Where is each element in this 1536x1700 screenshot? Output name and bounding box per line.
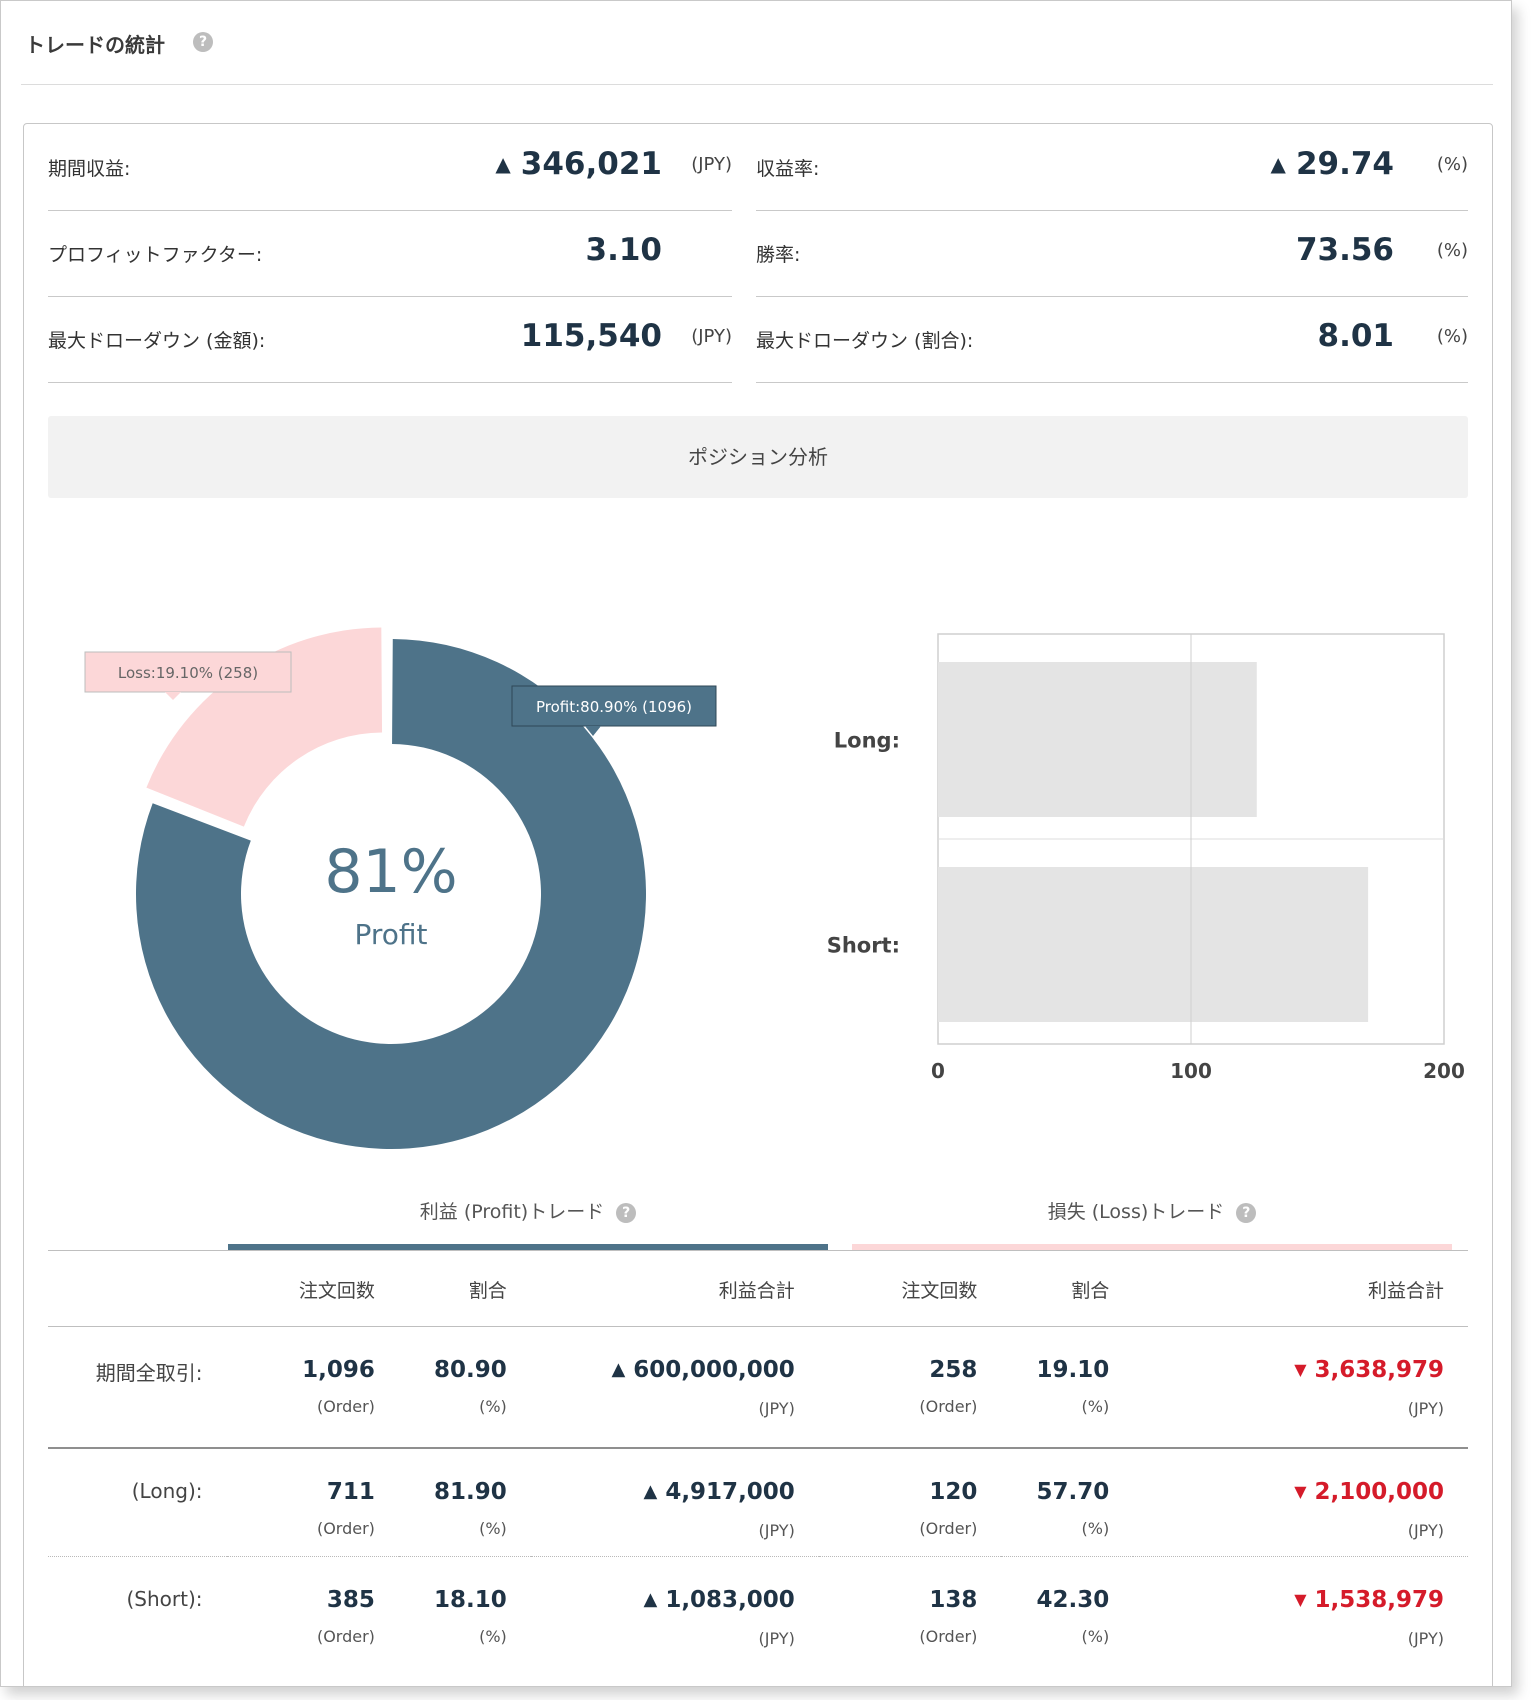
profit-loss-donut-chart: 81% Profit Loss:19.10% (258) Profit:80.90% … — [84, 627, 717, 1149]
stat-max-dd-ratio: 最大ドローダウン (割合): 8.01 (%) — [756, 296, 1468, 383]
help-icon[interactable]: ? — [193, 32, 213, 52]
up-triangle-icon: ▲ — [643, 1589, 658, 1610]
trade-tabs: 利益 (Profit)トレード? 損失 (Loss)トレード? — [48, 1182, 1468, 1258]
profit-orders-cell: 711 (Order) — [226, 1448, 399, 1557]
profit-orders-cell: 385 (Order) — [316, 1587, 375, 1646]
stat-label: 収益率: — [756, 158, 820, 180]
bar-category-label: Short: — [827, 934, 900, 958]
profit-total-cell: ▲ 1,083,000 (JPY) — [643, 1587, 795, 1648]
stat-unit: (%) — [1436, 240, 1468, 261]
profit-orders-cell: 1,096 (Order) — [226, 1326, 399, 1449]
stat-unit: (%) — [1436, 154, 1468, 175]
profit-ratio-cell: 18.10 (%) — [434, 1587, 507, 1646]
stat-return-rate: 収益率: ▲ 29.74 (%) — [756, 124, 1468, 211]
profit-ratio-cell: 80.90 (%) — [398, 1326, 531, 1449]
stat-period-profit: 期間収益: ▲ 346,021 (JPY) — [48, 124, 732, 211]
position-analysis-header: ポジション分析 — [48, 416, 1468, 498]
bar-category-label: Long: — [834, 729, 900, 753]
tabs-divider — [48, 1250, 1468, 1251]
loss-total-cell: ▼ 2,100,000 (JPY) — [1133, 1448, 1468, 1557]
down-triangle-icon: ▼ — [1294, 1590, 1307, 1609]
stat-value: 115,540 — [520, 318, 662, 354]
title-divider — [21, 84, 1493, 85]
row-label: (Long): — [48, 1448, 227, 1557]
x-tick-label: 200 — [1423, 1059, 1465, 1083]
table-header-row: 注文回数 割合 利益合計 注文回数 割合 利益合計 — [48, 1252, 1468, 1327]
trade-summary-table: 注文回数 割合 利益合計 注文回数 割合 利益合計 期間全取引: 1,096 (O… — [48, 1252, 1468, 1664]
stat-unit: (JPY) — [691, 154, 732, 175]
donut-center-label: Profit — [354, 918, 427, 951]
loss-total-cell: ▼ 3,638,979 (JPY) — [1133, 1326, 1468, 1449]
bar-1[interactable] — [938, 867, 1369, 1022]
trade-statistics-window: トレードの統計 ? 期間収益: ▲ 346,021 (JPY) プロフィットファク… — [0, 0, 1512, 1687]
stat-win-rate: 勝率: 73.56 (%) — [756, 210, 1468, 297]
header-profit-ratio: 割合 — [398, 1252, 531, 1327]
up-triangle-icon: ▲ — [495, 152, 511, 176]
stat-unit: (JPY) — [691, 326, 732, 347]
table-row: (Short): 385 (Order) 18.10 (%) ▲ 1,083,000(… — [48, 1557, 1468, 1665]
profit-total-cell: ▲ 4,917,000 (JPY) — [530, 1448, 819, 1557]
help-icon[interactable]: ? — [616, 1202, 637, 1223]
header-profit-orders: 注文回数 — [226, 1252, 399, 1327]
stat-unit: (%) — [1436, 326, 1468, 347]
header-loss-ratio: 割合 — [1001, 1252, 1134, 1327]
header-loss-orders: 注文回数 — [818, 1252, 1002, 1327]
profit-ratio-cell: 81.90 (%) — [398, 1448, 531, 1557]
header-empty — [48, 1252, 227, 1327]
stat-label: 期間収益: — [48, 158, 131, 180]
tooltip-profit-text: Profit:80.90% (1096) — [536, 698, 692, 716]
tab-loss-label: 損失 (Loss)トレード — [1047, 1201, 1225, 1223]
up-triangle-icon: ▲ — [611, 1359, 626, 1380]
up-triangle-icon: ▲ — [1270, 152, 1286, 176]
stat-label: 最大ドローダウン (割合): — [756, 330, 974, 352]
stat-value: 8.01 — [1317, 318, 1395, 354]
down-triangle-icon: ▼ — [1294, 1360, 1307, 1379]
loss-total-cell: ▼ 1,538,979 (JPY) — [1294, 1587, 1444, 1648]
page-title-text: トレードの統計 — [25, 33, 165, 57]
row-label: (Short): — [126, 1587, 203, 1611]
page-title: トレードの統計 ? — [25, 29, 213, 58]
donut-center-value: 81% — [324, 837, 457, 907]
profit-total-cell: ▲ 600,000,000 (JPY) — [530, 1326, 819, 1449]
statistics-panel: 期間収益: ▲ 346,021 (JPY) プロフィットファクター: 3.10 最… — [23, 123, 1493, 1686]
stat-label: プロフィットファクター: — [48, 244, 263, 266]
stat-label: 最大ドローダウン (金額): — [48, 330, 266, 352]
tooltip-loss-text: Loss:19.10% (258) — [118, 664, 258, 682]
loss-ratio-cell: 19.10 (%) — [1001, 1326, 1134, 1449]
stat-value: ▲ 346,021 — [495, 146, 662, 182]
up-triangle-icon: ▲ — [643, 1481, 658, 1502]
stat-value: 3.10 — [585, 232, 663, 268]
x-tick-label: 0 — [931, 1059, 945, 1083]
bar-0[interactable] — [938, 662, 1257, 817]
table-row: (Long): 711 (Order) 81.90 (%) ▲ 4,917,000 (J… — [48, 1448, 1468, 1557]
down-triangle-icon: ▼ — [1294, 1482, 1307, 1501]
stat-value: 73.56 — [1295, 232, 1394, 268]
loss-orders-cell: 258 (Order) — [818, 1326, 1002, 1449]
x-tick-label: 100 — [1170, 1059, 1212, 1083]
loss-orders-cell: 138 (Order) — [919, 1587, 978, 1646]
stat-max-dd-amount: 最大ドローダウン (金額): 115,540 (JPY) — [48, 296, 732, 383]
tab-profit-label: 利益 (Profit)トレード — [419, 1201, 605, 1223]
help-icon[interactable]: ? — [1236, 1202, 1257, 1223]
long-short-bar-chart: Long: Short: 0 100 200 — [827, 633, 1465, 1083]
table-row: 期間全取引: 1,096 (Order) 80.90 (%) ▲ 600,000,00… — [48, 1326, 1468, 1449]
row-label: 期間全取引: — [48, 1326, 227, 1449]
stat-value: ▲ 29.74 — [1270, 146, 1394, 182]
tab-loss-trades[interactable]: 損失 (Loss)トレード? — [852, 1182, 1452, 1242]
stat-profit-factor: プロフィットファクター: 3.10 — [48, 210, 732, 297]
loss-ratio-cell: 42.30 (%) — [1036, 1587, 1110, 1646]
tab-profit-trades[interactable]: 利益 (Profit)トレード? — [228, 1182, 828, 1242]
stat-label: 勝率: — [756, 244, 801, 266]
loss-ratio-cell: 57.70 (%) — [1001, 1448, 1134, 1557]
header-profit-total: 利益合計 — [530, 1252, 819, 1327]
header-loss-total: 利益合計 — [1133, 1252, 1468, 1327]
loss-orders-cell: 120 (Order) — [818, 1448, 1002, 1557]
